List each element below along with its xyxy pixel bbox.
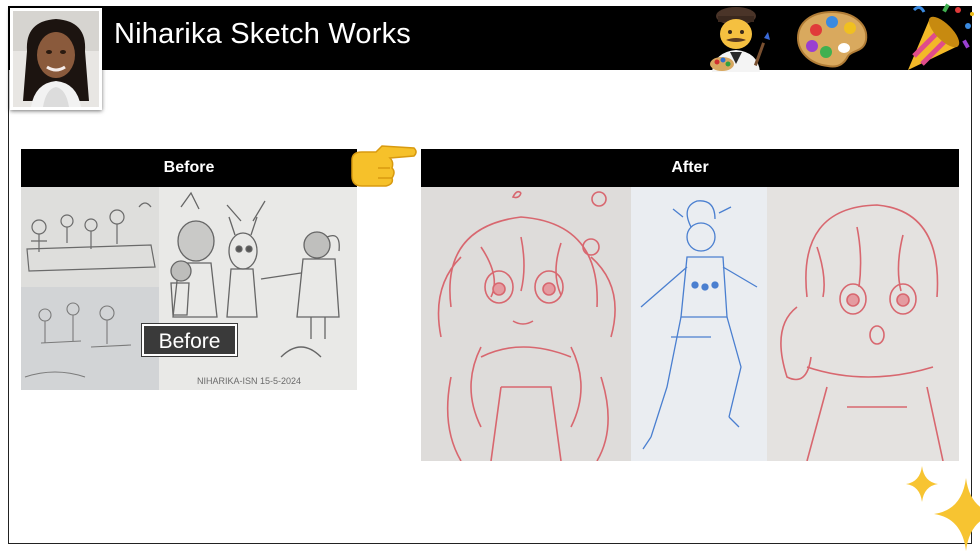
before-overlay-label: Before [142, 324, 237, 356]
page-title: Niharika Sketch Works [114, 18, 411, 50]
after-photo-1 [421, 187, 631, 461]
before-photo-collage: NIHARIKA-ISN 15-5-2024 [21, 187, 357, 390]
before-header: Before [21, 149, 357, 187]
after-photo-2 [631, 187, 767, 461]
sparkles-icon [900, 464, 980, 551]
artist-icon [706, 4, 772, 72]
pointing-hand-icon [346, 142, 418, 190]
before-photo-signature: NIHARIKA-ISN 15-5-2024 [197, 376, 301, 386]
palette-icon [794, 8, 870, 70]
avatar [10, 8, 102, 110]
party-popper-icon [900, 0, 976, 72]
after-photo-3 [767, 187, 959, 461]
after-header: After [421, 149, 959, 187]
